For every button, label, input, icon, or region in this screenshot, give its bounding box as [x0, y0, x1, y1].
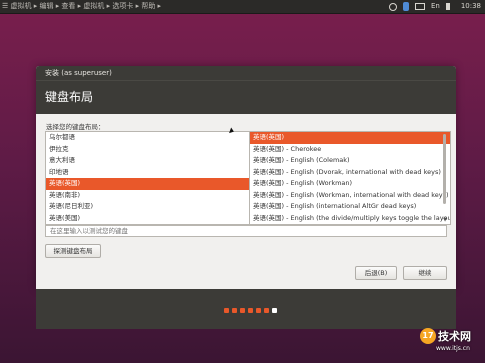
scrollbar-thumb[interactable] [443, 134, 446, 204]
variant-list-item[interactable]: 英语(英国) - English (Colemak) [250, 155, 450, 167]
progress-step-dot [271, 308, 277, 313]
progress-footer [36, 289, 456, 329]
language-list-item[interactable]: 意大利语 [46, 155, 273, 167]
progress-step-dot [231, 308, 237, 313]
site-watermark: 17 技术网 www.itjs.cn [420, 326, 484, 362]
language-list-item[interactable]: 英语(美国) [46, 213, 273, 225]
watermark-badge: 17 [420, 328, 436, 344]
progress-step-dot [255, 308, 261, 313]
language-list-item[interactable]: 印地语 [46, 167, 273, 179]
variant-list-item[interactable]: 英语(英国) - English (Workman, international… [250, 190, 450, 202]
variant-list-item[interactable]: 英语(英国) - Cherokee [250, 144, 450, 156]
keyboard-icon[interactable] [414, 3, 425, 10]
variant-list-item[interactable]: 英语(英国) - English (the divide/multiply ke… [250, 213, 450, 225]
back-button[interactable]: 后退(B) [355, 266, 397, 280]
language-list-item[interactable]: 伊拉克 [46, 144, 273, 156]
layout-prompt-label: 选择您的键盘布局： [46, 123, 105, 131]
watermark-url: www.itjs.cn [436, 345, 470, 352]
page-title: 键盘布局 [36, 80, 456, 114]
window-title: 安装 (as superuser) [36, 66, 456, 80]
progress-step-dot [263, 308, 269, 313]
variant-list-item[interactable]: 英语(英国) [250, 132, 450, 144]
clock[interactable]: 10:38 [461, 1, 481, 12]
system-tray: En 10:38 [388, 1, 481, 12]
progress-dots [36, 308, 456, 313]
language-list-item[interactable]: 英语(尼日利亚) [46, 201, 273, 213]
progress-step-dot [247, 308, 253, 313]
variant-list-item[interactable]: 英语(英国) - English (Workman) [250, 178, 450, 190]
volume-icon[interactable] [445, 3, 455, 10]
language-list-item[interactable]: 英语(英国) [46, 178, 273, 190]
language-list[interactable]: 乌尔都语 伊拉克 意大利语 印地语 英语(英国) 英语(南非) 英语(尼日利亚) 英语(美国)… [45, 131, 274, 225]
variant-list[interactable]: 英语(英国) 英语(英国) - Cherokee 英语(英国) - English … [249, 131, 451, 225]
variant-list-item[interactable]: 英语(英国) - English (Dvorak, international … [250, 167, 450, 179]
keyboard-test-input[interactable] [45, 225, 447, 237]
detect-layout-button[interactable]: 探测键盘布局 [45, 244, 101, 258]
variant-list-scrollbar[interactable]: ▼ [442, 131, 448, 223]
dialog-content: 选择您的键盘布局： 乌尔都语 伊拉克 意大利语 印地语 英语(英国) 英语(南非) 英语(尼… [36, 114, 456, 289]
continue-button[interactable]: 继续 [403, 266, 447, 280]
network-icon[interactable] [388, 2, 397, 11]
variant-list-item[interactable]: 英语(英国) - English (international AltGr de… [250, 201, 450, 213]
bluetooth-icon[interactable] [402, 2, 409, 11]
progress-step-dot [223, 308, 229, 313]
language-list-item[interactable]: 乌尔都语 [46, 132, 273, 144]
scroll-down-icon[interactable]: ▼ [442, 217, 448, 223]
input-method-indicator[interactable]: En [431, 1, 440, 12]
watermark-text: 技术网 [438, 330, 471, 343]
installer-dialog: 安装 (as superuser) 键盘布局 选择您的键盘布局： 乌尔都语 伊拉克… [36, 66, 456, 289]
topbar-menu[interactable]: ☰ 虚拟机 ▸ 编辑 ▸ 查看 ▸ 虚拟机 ▸ 选项卡 ▸ 帮助 ▸ [2, 0, 161, 13]
top-menu-bar: ☰ 虚拟机 ▸ 编辑 ▸ 查看 ▸ 虚拟机 ▸ 选项卡 ▸ 帮助 ▸ En 10… [0, 0, 485, 14]
language-list-item[interactable]: 英语(南非) [46, 190, 273, 202]
progress-step-dot [239, 308, 245, 313]
